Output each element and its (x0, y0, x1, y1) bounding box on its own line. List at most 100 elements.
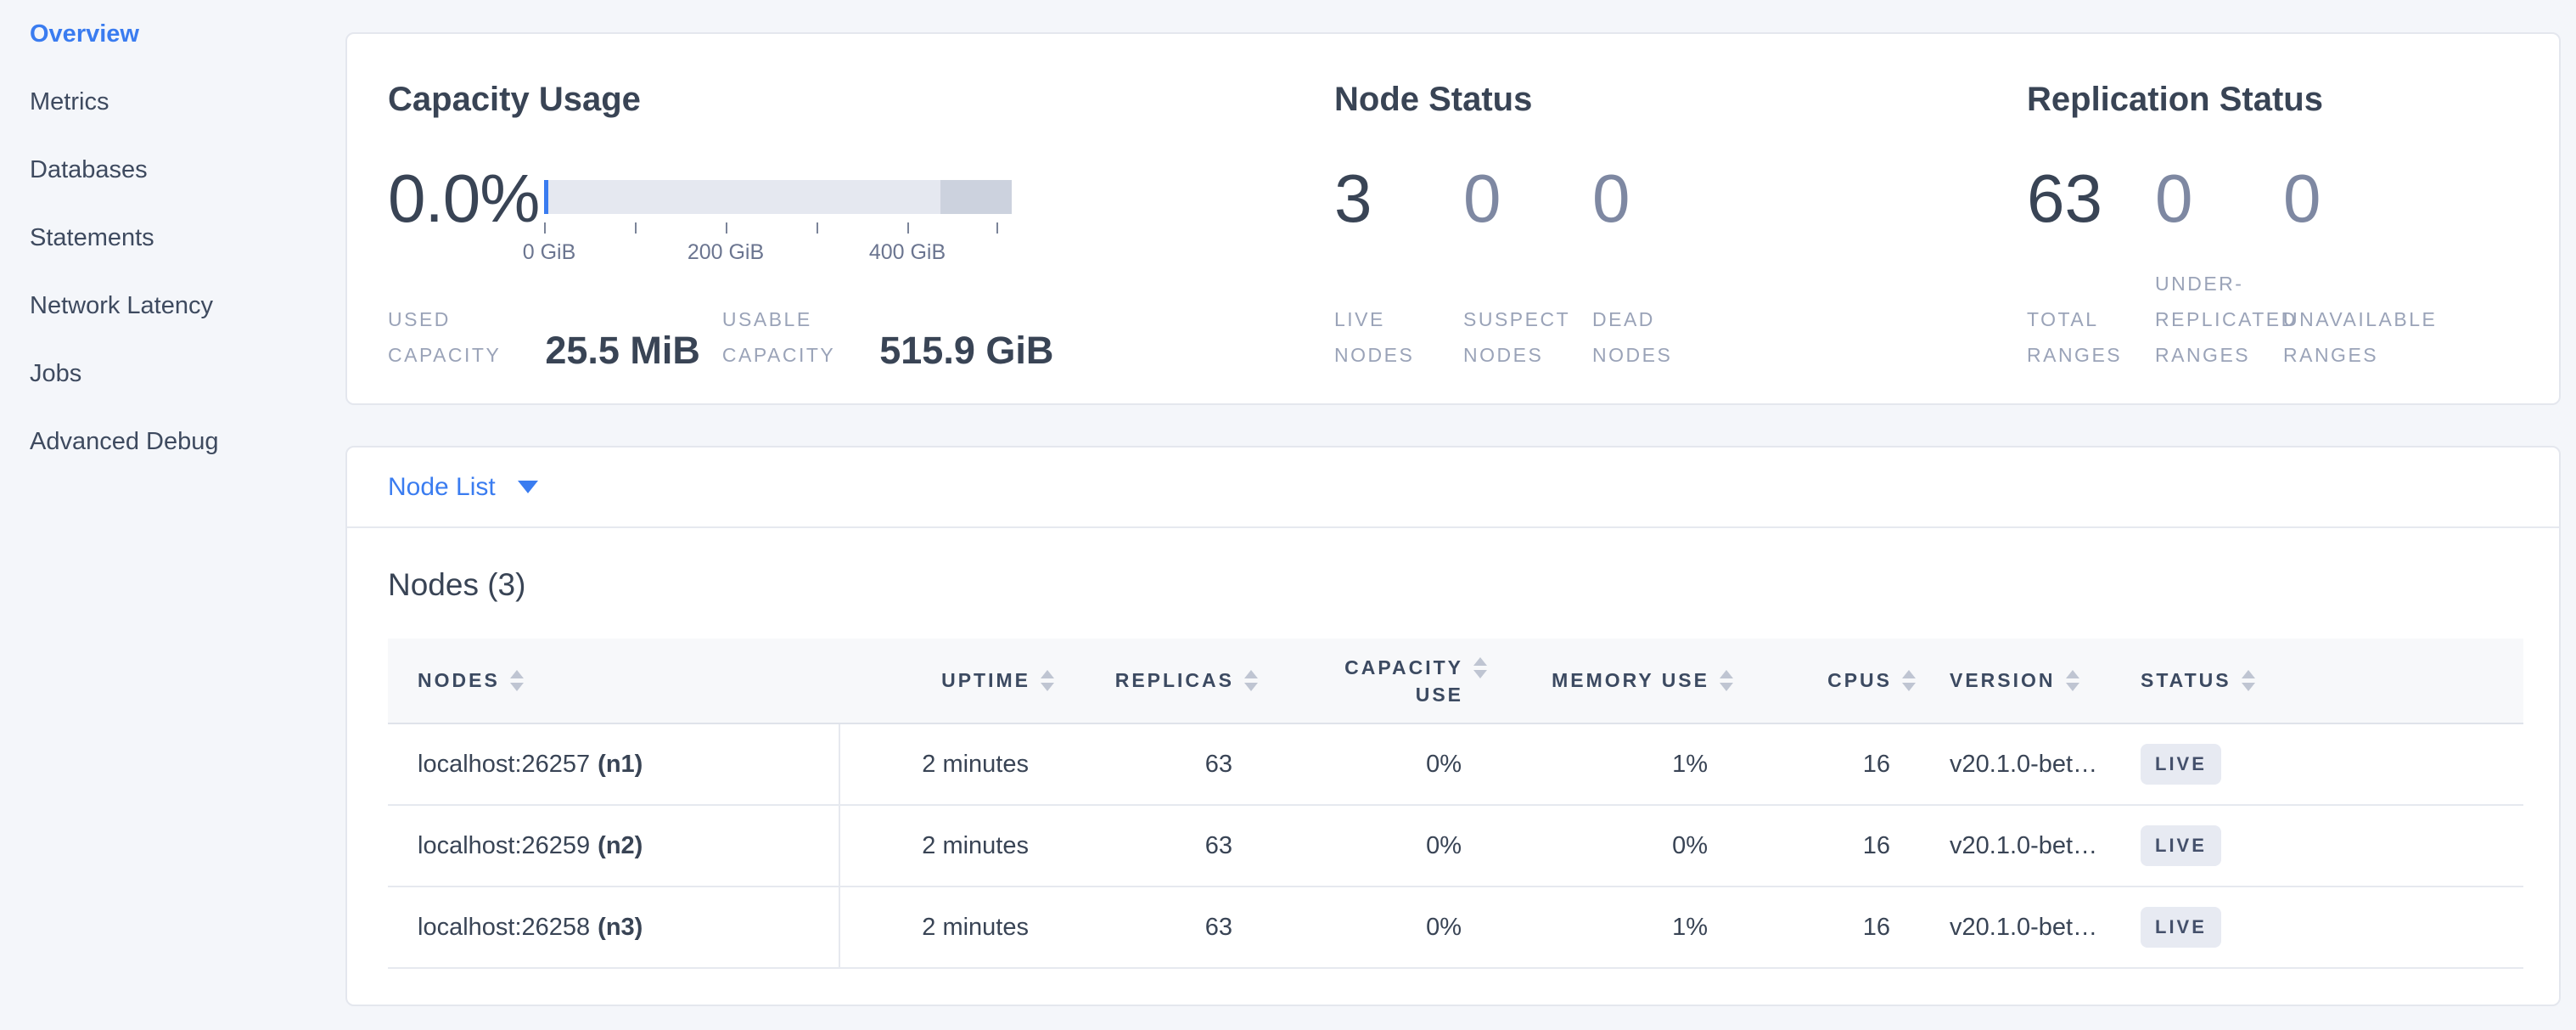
capacity-used-percent: 0.0% (388, 166, 544, 231)
node-list-dropdown-label: Node List (388, 473, 496, 502)
capacity-axis-labels: 0 GiB 200 GiB 400 GiB (544, 240, 1012, 266)
capacity-use-cell: 0% (1258, 723, 1487, 805)
replicas-cell: 63 (1054, 723, 1258, 805)
node-status-section: Node Status 3 0 0 LIVE NODES SUSPECT NOD… (1334, 80, 2027, 373)
sidebar-item-jobs[interactable]: Jobs (0, 340, 345, 408)
version-cell: v20.1.0-bet… (1916, 886, 2115, 968)
capacity-use-cell: 0% (1258, 805, 1487, 886)
sort-icon (1902, 670, 1916, 691)
total-ranges-label: TOTAL RANGES (2027, 301, 2155, 373)
sort-icon (1041, 670, 1054, 691)
column-header-status[interactable]: STATUS (2115, 639, 2523, 723)
capacity-usage-chart: 0.0% (388, 166, 1334, 266)
sort-icon (1473, 657, 1487, 678)
used-capacity-stat: USED CAPACITY 25.5 MiB (388, 301, 700, 373)
sidebar-item-databases[interactable]: Databases (0, 136, 345, 204)
column-header-nodes[interactable]: NODES (388, 639, 839, 723)
nodes-table: NODES UPTIME REPLICAS CAPACITY USE (388, 639, 2523, 969)
node-address-cell[interactable]: localhost:26259(n2) (388, 805, 839, 886)
chevron-down-icon (518, 481, 538, 493)
usable-capacity-label: USABLE CAPACITY (722, 301, 835, 373)
axis-label-200gib: 200 GiB (687, 240, 764, 265)
dead-nodes-count: 0 (1592, 166, 1721, 231)
cpus-cell: 16 (1733, 805, 1916, 886)
column-header-capacity-use[interactable]: CAPACITY USE (1258, 639, 1487, 723)
sort-icon (510, 670, 524, 691)
status-cell: LIVE (2115, 805, 2523, 886)
capacity-stats: USED CAPACITY 25.5 MiB USABLE CAPACITY 5… (388, 301, 1334, 373)
capacity-axis-ticks (544, 222, 1012, 234)
replication-status-title: Replication Status (2027, 80, 2518, 119)
column-header-uptime[interactable]: UPTIME (839, 639, 1054, 723)
memory-use-cell: 1% (1487, 886, 1733, 968)
capacity-bar-chart: 0 GiB 200 GiB 400 GiB (544, 166, 1012, 266)
status-badge: LIVE (2141, 907, 2221, 948)
capacity-use-cell: 0% (1258, 886, 1487, 968)
live-nodes-count: 3 (1334, 166, 1463, 231)
under-replicated-ranges-label: UNDER- REPLICATED RANGES (2155, 266, 2283, 373)
uptime-cell: 2 minutes (839, 805, 1054, 886)
axis-label-400gib: 400 GiB (869, 240, 946, 265)
node-address-cell[interactable]: localhost:26257(n1) (388, 723, 839, 805)
used-capacity-label: USED CAPACITY (388, 301, 501, 373)
node-status-labels: LIVE NODES SUSPECT NODES DEAD NODES (1334, 301, 2027, 373)
version-cell: v20.1.0-bet… (1916, 723, 2115, 805)
replicas-cell: 63 (1054, 805, 1258, 886)
node-address-cell[interactable]: localhost:26258(n3) (388, 886, 839, 968)
status-cell: LIVE (2115, 886, 2523, 968)
table-header-row: NODES UPTIME REPLICAS CAPACITY USE (388, 639, 2523, 723)
app-root: Overview Metrics Databases Statements Ne… (0, 0, 2576, 1030)
sidebar-item-overview[interactable]: Overview (0, 0, 345, 68)
sidebar: Overview Metrics Databases Statements Ne… (0, 0, 345, 1030)
sidebar-item-advanced-debug[interactable]: Advanced Debug (0, 408, 345, 476)
replication-status-labels: TOTAL RANGES UNDER- REPLICATED RANGES UN… (2027, 266, 2518, 373)
sort-icon (1244, 670, 1258, 691)
replication-status-section: Replication Status 63 0 0 TOTAL RANGES U… (2027, 80, 2518, 373)
replicas-cell: 63 (1054, 886, 1258, 968)
capacity-bar (544, 180, 1012, 214)
capacity-usage-title: Capacity Usage (388, 80, 1334, 119)
axis-label-0gib: 0 GiB (523, 240, 576, 265)
node-list-card: Node List Nodes (3) NODES (345, 446, 2561, 1006)
unavailable-ranges-label: UNAVAILABLE RANGES (2283, 301, 2411, 373)
live-nodes-label: LIVE NODES (1334, 301, 1463, 373)
usable-capacity-stat: USABLE CAPACITY 515.9 GiB (722, 301, 1053, 373)
suspect-nodes-label: SUSPECT NODES (1463, 301, 1592, 373)
sidebar-item-statements[interactable]: Statements (0, 204, 345, 272)
capacity-bar-used-segment (544, 180, 548, 214)
nodes-table-title: Nodes (3) (388, 567, 2523, 603)
main-content: Capacity Usage 0.0% (345, 0, 2576, 1030)
uptime-cell: 2 minutes (839, 886, 1054, 968)
usable-capacity-value: 515.9 GiB (879, 331, 1053, 373)
replication-status-values: 63 0 0 (2027, 166, 2518, 231)
column-header-memory-use[interactable]: MEMORY USE (1487, 639, 1733, 723)
sidebar-item-metrics[interactable]: Metrics (0, 68, 345, 136)
unavailable-ranges-count: 0 (2283, 166, 2411, 231)
dead-nodes-label: DEAD NODES (1592, 301, 1721, 373)
node-list-dropdown[interactable]: Node List (347, 447, 2559, 528)
column-header-version[interactable]: VERSION (1916, 639, 2115, 723)
status-badge: LIVE (2141, 825, 2221, 866)
table-row[interactable]: localhost:26257(n1) 2 minutes 63 0% 1% 1… (388, 723, 2523, 805)
used-capacity-value: 25.5 MiB (545, 331, 700, 373)
node-status-title: Node Status (1334, 80, 2027, 119)
cluster-summary-card: Capacity Usage 0.0% (345, 32, 2561, 405)
status-badge: LIVE (2141, 744, 2221, 785)
sort-icon (2242, 670, 2255, 691)
uptime-cell: 2 minutes (839, 723, 1054, 805)
under-replicated-ranges-count: 0 (2155, 166, 2283, 231)
total-ranges-count: 63 (2027, 166, 2155, 231)
capacity-bar-other-segment (940, 180, 1012, 214)
capacity-usage-section: Capacity Usage 0.0% (388, 80, 1334, 373)
column-header-replicas[interactable]: REPLICAS (1054, 639, 1258, 723)
sort-icon (2066, 670, 2079, 691)
memory-use-cell: 1% (1487, 723, 1733, 805)
table-row[interactable]: localhost:26259(n2) 2 minutes 63 0% 0% 1… (388, 805, 2523, 886)
table-row[interactable]: localhost:26258(n3) 2 minutes 63 0% 1% 1… (388, 886, 2523, 968)
nodes-table-section: Nodes (3) NODES UPTIME (347, 528, 2559, 969)
node-status-values: 3 0 0 (1334, 166, 2027, 231)
status-cell: LIVE (2115, 723, 2523, 805)
sidebar-item-network-latency[interactable]: Network Latency (0, 272, 345, 340)
sort-icon (1720, 670, 1733, 691)
column-header-cpus[interactable]: CPUS (1733, 639, 1916, 723)
